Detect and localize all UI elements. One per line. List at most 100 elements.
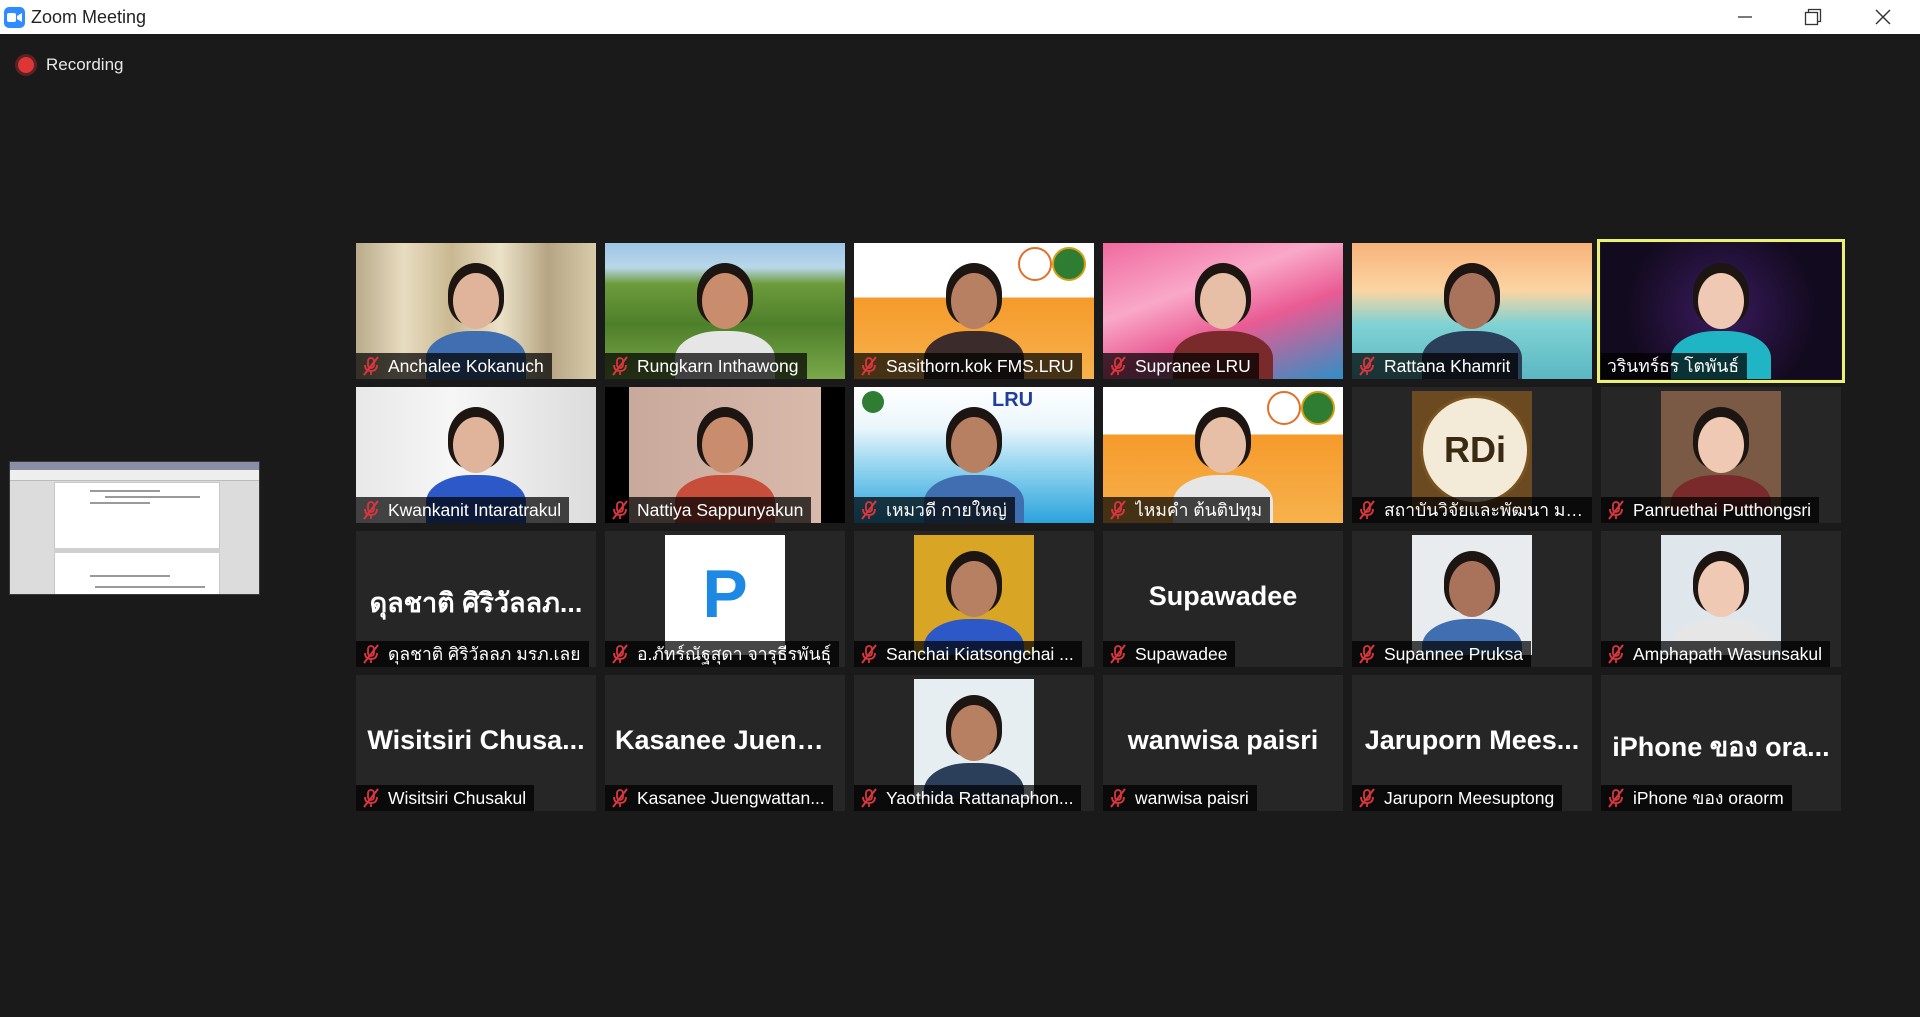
participant-tile[interactable]: Rattana Khamrit (1352, 243, 1592, 379)
rdi-logo-icon: RDi (1420, 395, 1530, 505)
muted-mic-icon (363, 500, 379, 520)
window-title: Zoom Meeting (31, 7, 147, 27)
university-seal-icon (1052, 247, 1086, 281)
record-dot-icon (18, 57, 34, 73)
muted-mic-icon (1359, 788, 1375, 808)
restore-button[interactable] (1778, 0, 1848, 34)
participant-name: Sanchai Kiatsongchai ... (886, 643, 1074, 664)
muted-mic-icon (861, 788, 877, 808)
shared-screen-thumbnail[interactable] (9, 461, 260, 595)
participant-tile[interactable]: iPhone ของ ora... iPhone ของ oraorm (1601, 675, 1841, 811)
participant-face (453, 417, 499, 473)
participant-name-bar: Rungkarn Inthawong (605, 353, 807, 379)
muted-mic-icon (1110, 356, 1126, 376)
participant-name-bar: ไหมคำ ต้นติปทุม (1103, 497, 1271, 523)
participant-tile[interactable]: Kwankanit Intaratrakul (356, 387, 596, 523)
participant-display-name: Jaruporn Mees... (1364, 725, 1580, 755)
profile-picture (1661, 391, 1781, 511)
shared-text-line (95, 586, 205, 588)
muted-mic-icon (363, 788, 379, 808)
participant-tile[interactable]: wanwisa paisri wanwisa paisri (1103, 675, 1343, 811)
participant-name: วรินทร์ธร โตพันธ์ (1607, 356, 1740, 376)
muted-mic-icon (1608, 500, 1624, 520)
participant-name-bar: Sasithorn.kok FMS.LRU (854, 353, 1082, 379)
participant-tile[interactable]: ดุลชาติ ศิริวัลลภ... ดุลชาติ ศิริวัลลภ มร… (356, 531, 596, 667)
participant-tile[interactable]: Nattiya Sappunyakun (605, 387, 845, 523)
participant-face (1449, 273, 1495, 329)
participant-tile[interactable]: Rungkarn Inthawong (605, 243, 845, 379)
muted-mic-icon (1359, 644, 1375, 664)
participant-tile[interactable]: Supannee Pruksa (1352, 531, 1592, 667)
participant-tile-active-speaker[interactable]: วรินทร์ธร โตพันธ์ (1597, 239, 1845, 383)
participant-tile[interactable]: Amphapath Wasunsakul (1601, 531, 1841, 667)
participant-name-bar: Anchalee Kokanuch (356, 353, 552, 379)
participant-name-bar: Amphapath Wasunsakul (1601, 641, 1831, 667)
profile-picture: P (665, 535, 785, 655)
participant-tile[interactable]: RDi สถาบันวิจัยและพัฒนา มห... (1352, 387, 1592, 523)
participant-name-bar: สถาบันวิจัยและพัฒนา มห... (1352, 497, 1592, 523)
shared-document-page (54, 482, 220, 594)
participant-name: Kasanee Juengwattan... (637, 787, 825, 808)
participant-name-bar: Panruethai Putthongsri (1601, 497, 1820, 523)
participant-tile[interactable]: Sasithorn.kok FMS.LRU (854, 243, 1094, 379)
muted-mic-icon (363, 356, 379, 376)
participant-tile[interactable]: Sanchai Kiatsongchai ... (854, 531, 1094, 667)
profile-picture (1661, 535, 1781, 655)
participant-name: Jaruporn Meesuptong (1384, 787, 1555, 808)
close-button[interactable] (1848, 0, 1918, 34)
minimize-icon (1738, 16, 1752, 18)
participant-tile[interactable]: Wisitsiri Chusa... Wisitsiri Chusakul (356, 675, 596, 811)
participant-tile[interactable]: P อ.ภัทร์ณัฐสุดา จารุธีรพันธุ์ (605, 531, 845, 667)
profile-picture (1412, 535, 1532, 655)
participant-name: Supawadee (1135, 643, 1228, 664)
participant-name-bar: อ.ภัทร์ณัฐสุดา จารุธีรพันธุ์ (605, 641, 840, 667)
shared-text-line (90, 490, 160, 492)
muted-mic-icon (861, 356, 877, 376)
participant-display-name: wanwisa paisri (1127, 725, 1319, 755)
participant-face (1698, 273, 1744, 329)
participant-tile[interactable]: Supranee LRU (1103, 243, 1343, 379)
participant-tile[interactable]: Kasanee Jueng... Kasanee Juengwattan... (605, 675, 845, 811)
participant-tile[interactable]: Supawadee Supawadee (1103, 531, 1343, 667)
participant-tile[interactable]: LRU เหมวดี กายใหญ่ (854, 387, 1094, 523)
participant-name-bar: wanwisa paisri (1103, 785, 1257, 811)
zoom-camera-icon (4, 7, 25, 28)
shared-text-line (90, 575, 170, 577)
muted-mic-icon (1359, 356, 1375, 376)
profile-picture (914, 679, 1034, 799)
participant-display-name: Supawadee (1148, 581, 1298, 611)
participant-name: สถาบันวิจัยและพัฒนา มห... (1384, 500, 1584, 520)
participant-name-bar: Supannee Pruksa (1352, 641, 1532, 667)
muted-mic-icon (1359, 500, 1375, 520)
muted-mic-icon (1110, 644, 1126, 664)
muted-mic-icon (861, 500, 877, 520)
participant-face (1200, 417, 1246, 473)
muted-mic-icon (1608, 788, 1624, 808)
participant-name: Rungkarn Inthawong (637, 355, 799, 376)
participant-name: Kwankanit Intaratrakul (388, 499, 562, 520)
minimize-button[interactable] (1710, 0, 1780, 34)
participant-name: Panruethai Putthongsri (1633, 499, 1812, 520)
participant-name-bar: Supranee LRU (1103, 353, 1259, 379)
participant-name: iPhone ของ oraorm (1633, 788, 1784, 808)
participant-tile[interactable]: Jaruporn Mees... Jaruporn Meesuptong (1352, 675, 1592, 811)
participant-tile[interactable]: ไหมคำ ต้นติปทุม (1103, 387, 1343, 523)
participant-display-name: Wisitsiri Chusa... (367, 725, 585, 755)
participant-name: Yaothida Rattanaphon... (886, 787, 1074, 808)
participant-name-bar: Sanchai Kiatsongchai ... (854, 641, 1082, 667)
participant-name: Anchalee Kokanuch (388, 355, 544, 376)
participant-name-bar: Jaruporn Meesuptong (1352, 785, 1563, 811)
recording-indicator[interactable]: Recording (18, 52, 124, 78)
participant-display-name: ดุลชาติ ศิริวัลลภ... (369, 588, 583, 618)
participant-tile[interactable]: Panruethai Putthongsri (1601, 387, 1841, 523)
participant-face (702, 417, 748, 473)
restore-icon (1804, 8, 1822, 26)
participant-tile[interactable]: Anchalee Kokanuch (356, 243, 596, 379)
participant-name-bar: วรินทร์ธร โตพันธ์ (1601, 353, 1748, 379)
participant-face (951, 273, 997, 329)
muted-mic-icon (861, 644, 877, 664)
participant-name: Supannee Pruksa (1384, 643, 1524, 664)
participant-tile[interactable]: Yaothida Rattanaphon... (854, 675, 1094, 811)
faculty-logo-icon (1267, 391, 1301, 425)
participant-face (453, 273, 499, 329)
